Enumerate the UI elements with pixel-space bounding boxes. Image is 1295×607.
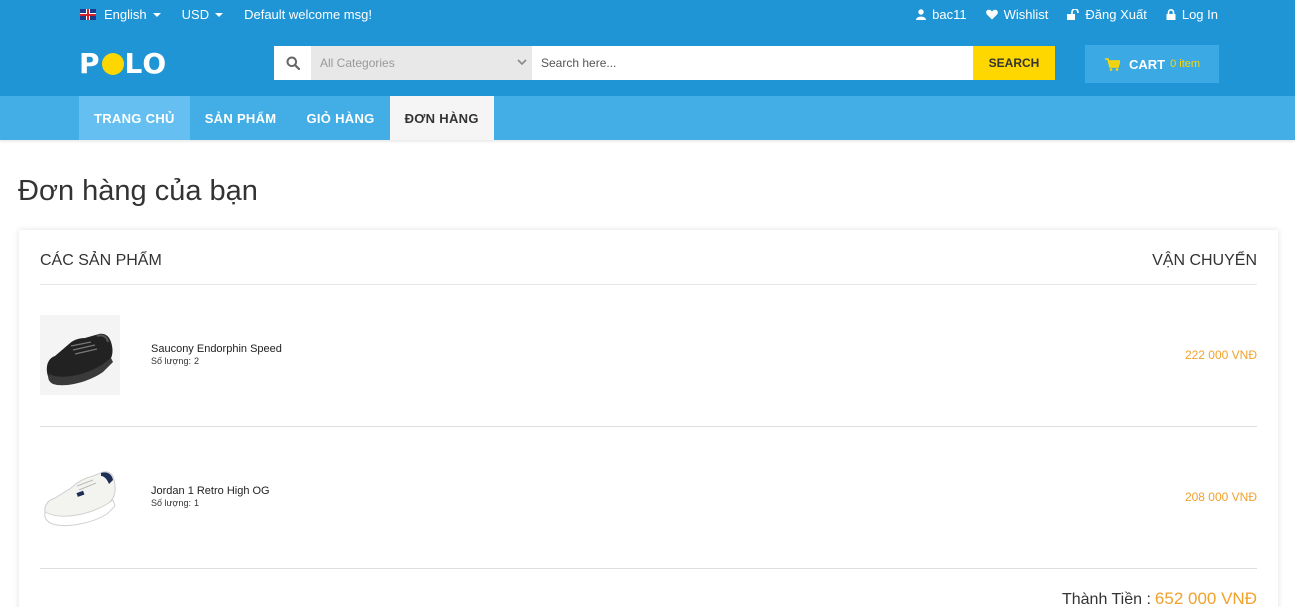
products-column-header: CÁC SẢN PHẨM — [40, 252, 162, 269]
language-label: English — [104, 7, 147, 22]
cart-count: 0 item — [1170, 58, 1201, 70]
order-total: Thành Tiền :652 000 VNĐ — [1062, 589, 1257, 607]
order-row: Jordan 1 Retro High OG Số lượng: 1 208 00… — [40, 427, 1257, 569]
search-icon[interactable] — [274, 46, 311, 80]
nav-item-home[interactable]: TRANG CHỦ — [79, 96, 190, 140]
site-logo[interactable]: P LO — [79, 49, 167, 79]
shipping-column-header: VẬN CHUYỂN — [1152, 252, 1257, 269]
quantity-value: 2 — [193, 356, 199, 366]
uk-flag-icon — [80, 9, 96, 20]
quantity-label: Số lượng: — [151, 498, 191, 508]
product-name: Jordan 1 Retro High OG — [151, 485, 270, 497]
user-account-link[interactable]: bac11 — [916, 7, 967, 22]
caret-down-icon — [152, 12, 161, 17]
category-selected: All Categories — [320, 56, 395, 70]
chevron-down-icon — [517, 59, 527, 66]
username: bac11 — [932, 7, 967, 22]
search-input[interactable] — [532, 46, 973, 80]
page-title: Đơn hàng của bạn — [18, 175, 258, 207]
product-quantity: Số lượng: 1 — [151, 498, 199, 508]
user-icon — [916, 9, 927, 20]
total-label: Thành Tiền : — [1061, 591, 1151, 607]
quantity-value: 1 — [193, 498, 199, 508]
product-name: Saucony Endorphin Speed — [151, 343, 282, 355]
nav-item-cart[interactable]: GIỎ HÀNG — [291, 96, 389, 140]
cart-button[interactable]: CART 0 item — [1085, 45, 1219, 83]
product-image[interactable] — [40, 457, 120, 537]
login-link[interactable]: Log In — [1166, 7, 1218, 22]
search-button[interactable]: SEARCH — [973, 46, 1055, 80]
unlock-icon — [1067, 9, 1080, 20]
logout-link[interactable]: Đăng Xuất — [1067, 7, 1147, 22]
main-nav: TRANG CHỦ SẢN PHẨM GIỎ HÀNG ĐƠN HÀNG — [0, 96, 1295, 140]
welcome-message: Default welcome msg! — [244, 7, 372, 22]
header: PLO All Categories SEARCH CART 0 item — [0, 29, 1295, 96]
orders-header: CÁC SẢN PHẨM VẬN CHUYỂN — [40, 230, 1257, 285]
wishlist-label: Wishlist — [1003, 7, 1049, 22]
currency-label: USD — [181, 7, 210, 22]
search-bar: All Categories SEARCH — [274, 46, 1055, 80]
logout-label: Đăng Xuất — [1085, 7, 1147, 22]
language-selector[interactable]: English — [80, 7, 161, 22]
category-select[interactable]: All Categories — [311, 46, 532, 80]
product-price: 208 000 VNĐ — [1184, 490, 1257, 504]
cart-label: CART — [1129, 56, 1166, 72]
currency-selector[interactable]: USD — [181, 7, 224, 22]
top-bar: English USD Default welcome msg! bac11 W… — [0, 0, 1295, 29]
lock-icon — [1166, 9, 1176, 20]
wishlist-link[interactable]: Wishlist — [985, 7, 1049, 22]
caret-down-icon — [215, 12, 224, 17]
cart-icon — [1105, 57, 1120, 71]
logo-o-dot — [101, 53, 124, 75]
black-shoe-icon — [46, 333, 113, 386]
login-label: Log In — [1181, 7, 1218, 22]
product-image[interactable] — [40, 315, 120, 395]
quantity-label: Số lượng: — [151, 356, 191, 366]
white-shoe-icon — [44, 471, 116, 527]
product-price: 222 000 VNĐ — [1184, 348, 1257, 362]
welcome-text: Default welcome msg! — [244, 7, 372, 22]
heart-icon — [985, 9, 998, 20]
order-row: Saucony Endorphin Speed Số lượng: 2 222 0… — [40, 285, 1257, 427]
orders-panel: CÁC SẢN PHẨM VẬN CHUYỂN Saucony Endorphi… — [19, 230, 1278, 607]
total-value: 652 000 VNĐ — [1154, 589, 1257, 607]
nav-item-orders[interactable]: ĐƠN HÀNG — [389, 96, 494, 140]
product-quantity: Số lượng: 2 — [151, 356, 199, 366]
nav-item-products[interactable]: SẢN PHẨM — [190, 96, 292, 140]
